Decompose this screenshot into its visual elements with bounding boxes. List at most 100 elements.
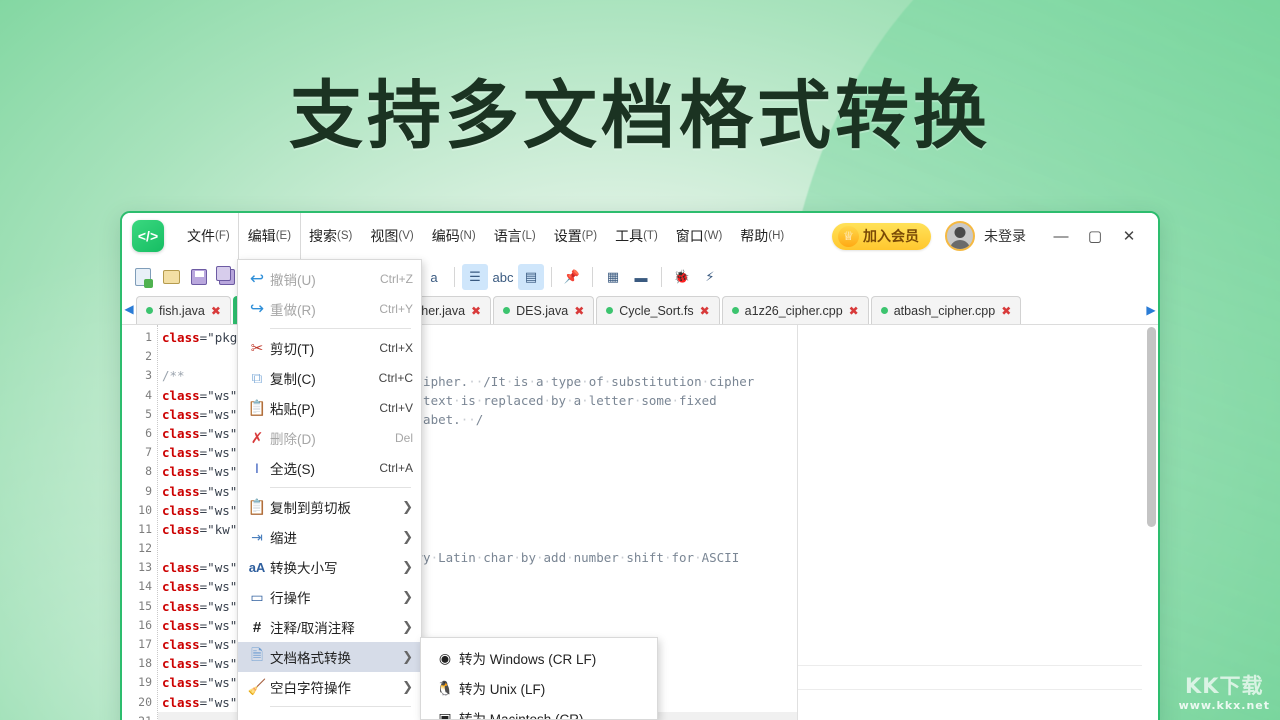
submenu-item-macintosh[interactable]: ▣ 转为 Macintosh (CR) (421, 703, 657, 720)
menu-7[interactable]: 工具 (T) (606, 213, 667, 259)
bug-icon[interactable]: 🐞 (669, 264, 695, 290)
tab-close-icon[interactable]: ✖ (574, 304, 584, 318)
menu-label: 文件 (187, 228, 215, 244)
menu-separator (270, 328, 411, 329)
menu-9[interactable]: 帮助 (H) (731, 213, 793, 259)
tab-close-icon[interactable]: ✖ (211, 304, 221, 318)
show-symbols-icon[interactable]: ▤ (518, 264, 544, 290)
line-number: 10 (138, 502, 152, 517)
save-icon[interactable] (186, 264, 212, 290)
menu-label: 编码 (431, 228, 460, 244)
pin-icon[interactable]: 📌 (559, 264, 585, 290)
maximize-button[interactable]: ▢ (1078, 221, 1112, 251)
menu-item-line-operations[interactable]: ▭ 行操作 ❯ (238, 582, 421, 612)
paste-icon: 📋 (247, 400, 267, 417)
line-number: 18 (138, 656, 152, 671)
menu-item-undo[interactable]: ↩ 撤销(U) Ctrl+Z (238, 264, 421, 294)
submenu-item-linux[interactable]: 🐧 转为 Unix (LF) (421, 673, 657, 703)
menu-accesskey: (H) (768, 230, 785, 242)
tab-close-icon[interactable]: ✖ (849, 304, 859, 318)
chevron-right-icon: ❯ (402, 529, 413, 544)
menu-item-comment[interactable]: # 注释/取消注释 ❯ (238, 612, 421, 642)
line-number: 8 (145, 464, 152, 479)
menu-item-label: 重做(R) (270, 303, 316, 318)
menu-item-label: 行操作 (270, 591, 311, 606)
menu-item-cut[interactable]: ✂ 剪切(T) Ctrl+X (238, 333, 421, 363)
menu-label: 视图 (370, 228, 399, 244)
lowercase-icon[interactable]: a (421, 264, 447, 290)
editor-tab[interactable]: DES.java ✖ (493, 296, 595, 324)
vertical-scrollbar[interactable] (1147, 327, 1156, 527)
tab-scroll-left-icon[interactable]: ◀ (122, 295, 136, 324)
editor-tab[interactable]: fish.java ✖ (136, 296, 231, 324)
select-all-icon: I (255, 460, 259, 476)
line-number-gutter: 1234567891011121314151617181920212223 (122, 325, 158, 720)
minimize-button[interactable]: — (1044, 221, 1078, 251)
join-vip-button[interactable]: ♕ 加入会员 (832, 222, 931, 250)
menu-item-paste[interactable]: 📋 粘贴(P) Ctrl+V (238, 393, 421, 423)
new-file-icon[interactable] (130, 264, 156, 290)
tab-close-icon[interactable]: ✖ (1001, 304, 1011, 318)
line-number: 5 (145, 406, 152, 421)
submenu-item-label: 转为 Windows (CR LF) (459, 652, 597, 667)
editor-tab[interactable]: atbash_cipher.cpp ✖ (870, 296, 1022, 324)
menu-0[interactable]: 文件 (F) (178, 213, 239, 259)
menu-item-label: 转换大小写 (270, 561, 338, 576)
tab-scroll-right-icon[interactable]: ▶ (1144, 295, 1158, 324)
line-number: 11 (138, 521, 152, 536)
open-file-icon[interactable] (158, 264, 184, 290)
code-fragment: intext·is·replaced·by·a·letter·some·fixe… (408, 393, 717, 408)
menu-item-whitespace-operations[interactable]: 🧹 空白字符操作 ❯ (238, 672, 421, 702)
color-palette-icon[interactable]: ▦ (600, 264, 626, 290)
tab-modified-dot (880, 307, 888, 314)
menu-8[interactable]: 窗口 (W) (667, 213, 732, 259)
line-number: 17 (138, 637, 152, 651)
menu-separator (270, 487, 411, 488)
menu-item-select-all[interactable]: I 全选(S) Ctrl+A (238, 453, 421, 483)
menu-5[interactable]: 语言 (L) (485, 213, 545, 259)
menu-4[interactable]: 编码 (N) (423, 213, 485, 259)
macintosh-icon: ▣ (438, 709, 452, 720)
menu-3[interactable]: 视图 (V) (361, 213, 422, 259)
menu-items: 文件 (F) 编辑 (E) 搜索 (S) 视图 (V) 编码 (N) 语言 (L) 设置 (P) 工具 (T)… (178, 213, 793, 259)
avatar[interactable] (945, 221, 975, 251)
close-button[interactable]: ✕ (1112, 221, 1146, 251)
tab-close-icon[interactable]: ✖ (471, 304, 481, 318)
menu-item-shortcut: Ctrl+Z (380, 272, 413, 286)
editor-tab[interactable]: Cycle_Sort.fs ✖ (596, 296, 720, 324)
menu-accesskey: (W) (703, 230, 723, 242)
menu-item-copy-to-clipboard[interactable]: 📋 复制到剪切板 ❯ (238, 492, 421, 522)
editor-second-pane[interactable] (798, 325, 1158, 720)
word-wrap-icon[interactable]: abc (490, 264, 516, 290)
menu-item-indent[interactable]: ⇥ 缩进 ❯ (238, 522, 421, 552)
terminal-icon[interactable]: ▬ (628, 264, 654, 290)
menu-label: 设置 (553, 228, 582, 244)
change-case-icon: aA (248, 559, 266, 575)
tab-close-icon[interactable]: ✖ (700, 304, 710, 318)
menu-item-redo[interactable]: ↪ 重做(R) Ctrl+Y (238, 294, 421, 324)
menu-accesskey: (E) (275, 230, 292, 242)
menu-item-label: 全选(S) (270, 462, 315, 477)
app-logo-icon: </> (132, 220, 164, 252)
tab-modified-dot (146, 307, 153, 314)
linux-icon: 🐧 (436, 679, 454, 696)
menu-item-label: 剪切(T) (270, 342, 315, 357)
line-numbers-icon[interactable]: ☰ (462, 264, 488, 290)
menu-item-delete[interactable]: ✗ 删除(D) Del (238, 423, 421, 453)
menu-item-doc-format-convert[interactable]: 🗎 文档格式转换 ❯ (238, 642, 421, 672)
menu-1[interactable]: 编辑 (E) (238, 213, 301, 259)
toolbar-separator (551, 267, 552, 287)
line-number: 13 (138, 560, 152, 575)
menu-2[interactable]: 搜索 (S) (300, 213, 361, 259)
line-number: 9 (145, 483, 152, 498)
login-status[interactable]: 未登录 (984, 226, 1026, 246)
menu-item-copy[interactable]: ⧉ 复制(C) Ctrl+C (238, 363, 421, 393)
line-number: 1 (145, 330, 152, 344)
submenu-item-windows[interactable]: ◉ 转为 Windows (CR LF) (421, 643, 657, 673)
tab-modified-dot (503, 307, 511, 314)
editor-tab[interactable]: a1z26_cipher.cpp ✖ (721, 296, 869, 324)
run-icon[interactable]: ⚡ (697, 264, 723, 290)
menu-item-change-case[interactable]: aA 转换大小写 ❯ (238, 552, 421, 582)
menu-6[interactable]: 设置 (P) (545, 213, 606, 259)
menu-item-read-only[interactable]: 📖只读模式 (238, 711, 421, 720)
